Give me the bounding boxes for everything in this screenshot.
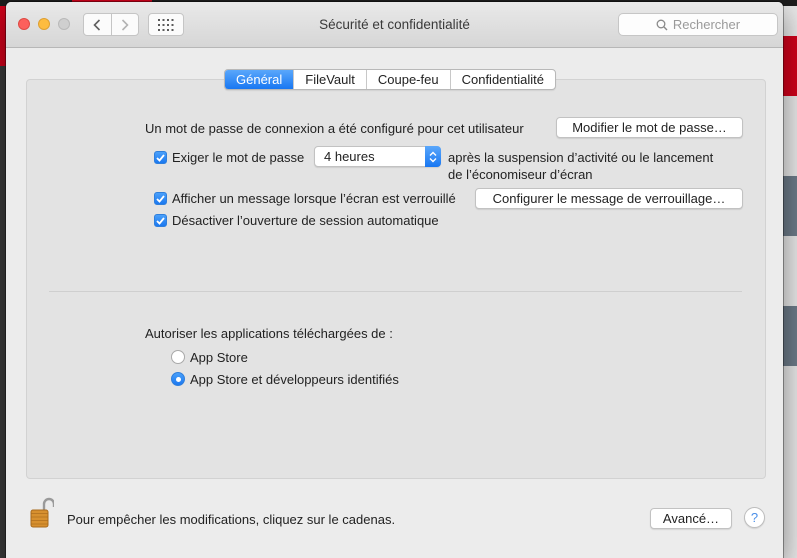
search-icon: [656, 19, 668, 30]
checkmark-icon: [156, 153, 165, 162]
checkmark-icon: [156, 216, 165, 225]
change-password-button[interactable]: Modifier le mot de passe…: [556, 117, 743, 138]
radio-app-store-label: App Store: [190, 350, 248, 365]
password-configured-text: Un mot de passe de connexion a été confi…: [145, 121, 524, 136]
configure-lock-message-button[interactable]: Configurer le message de verrouillage…: [475, 188, 743, 209]
disable-autologin-checkbox[interactable]: [154, 214, 167, 227]
disable-autologin-label: Désactiver l’ouverture de session automa…: [172, 213, 439, 228]
system-preferences-window: Sécurité et confidentialité Rechercher G…: [6, 2, 783, 558]
require-password-checkbox[interactable]: [154, 151, 167, 164]
show-message-checkbox[interactable]: [154, 192, 167, 205]
general-panel: [26, 79, 766, 479]
tab-general[interactable]: Général: [225, 70, 294, 89]
password-delay-value: 4 heures: [324, 149, 375, 164]
radio-app-store-identified-label: App Store et développeurs identifiés: [190, 372, 399, 387]
password-delay-select[interactable]: 4 heures: [314, 146, 441, 167]
forward-button[interactable]: [110, 14, 139, 35]
password-delay-description-1: après la suspension d’activité ou le lan…: [448, 150, 714, 165]
radio-app-store[interactable]: [171, 350, 185, 364]
advanced-button[interactable]: Avancé…: [650, 508, 732, 529]
lock-instructions-text: Pour empêcher les modifications, cliquez…: [67, 512, 396, 527]
unlocked-padlock-icon[interactable]: [30, 497, 54, 529]
help-button[interactable]: ?: [744, 507, 765, 528]
navigation-buttons: [83, 13, 139, 36]
grid-icon: [158, 18, 174, 31]
select-arrows-icon: [425, 146, 441, 167]
tab-firewall[interactable]: Coupe-feu: [365, 70, 450, 89]
tab-privacy[interactable]: Confidentialité: [449, 70, 555, 89]
radio-app-store-identified[interactable]: [171, 372, 185, 386]
password-delay-description-2: de l’économiseur d’écran: [448, 167, 593, 182]
zoom-button[interactable]: [58, 18, 70, 30]
back-button[interactable]: [84, 14, 111, 35]
search-field[interactable]: Rechercher: [618, 13, 778, 36]
search-placeholder: Rechercher: [672, 17, 741, 32]
tab-bar: Général FileVault Coupe-feu Confidential…: [224, 69, 556, 90]
tab-filevault[interactable]: FileVault: [293, 70, 366, 89]
titlebar: Sécurité et confidentialité Rechercher: [6, 2, 783, 48]
downloads-heading: Autoriser les applications téléchargées …: [145, 326, 393, 341]
show-all-button[interactable]: [148, 13, 184, 36]
show-message-label: Afficher un message lorsque l’écran est …: [172, 191, 456, 206]
require-password-label: Exiger le mot de passe: [172, 150, 305, 165]
section-divider: [49, 291, 742, 292]
close-button[interactable]: [18, 18, 30, 30]
chevron-right-icon: [121, 18, 129, 31]
checkmark-icon: [156, 194, 165, 203]
chevron-left-icon: [93, 18, 101, 31]
minimize-button[interactable]: [38, 18, 50, 30]
